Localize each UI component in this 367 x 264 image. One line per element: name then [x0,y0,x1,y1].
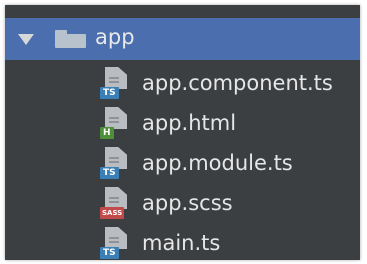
tree-node-file[interactable]: H app.html [5,103,360,143]
tree-node-file[interactable]: SASS app.scss [5,183,360,223]
folder-label: app [95,25,135,49]
file-label: app.component.ts [142,71,333,95]
file-label: app.module.ts [142,151,293,175]
typescript-file-icon: TS [100,147,132,179]
file-label: main.ts [142,231,221,255]
chevron-down-icon[interactable] [18,33,34,45]
tree-node-file[interactable]: TS app.component.ts [5,63,360,103]
html-file-icon: H [100,107,132,139]
folder-icon [55,30,86,48]
scss-file-icon: SASS [100,187,132,219]
typescript-file-icon: TS [100,227,132,259]
typescript-file-icon: TS [100,67,132,99]
tree-node-file[interactable]: TS app.module.ts [5,143,360,183]
tree-node-file[interactable]: TS main.ts [5,223,360,260]
file-label: app.html [142,111,237,135]
file-label: app.scss [142,191,233,215]
project-tree-panel: app TS app.component.ts H app.html TS ap… [5,5,360,260]
tree-node-app-folder[interactable]: app [5,18,360,60]
